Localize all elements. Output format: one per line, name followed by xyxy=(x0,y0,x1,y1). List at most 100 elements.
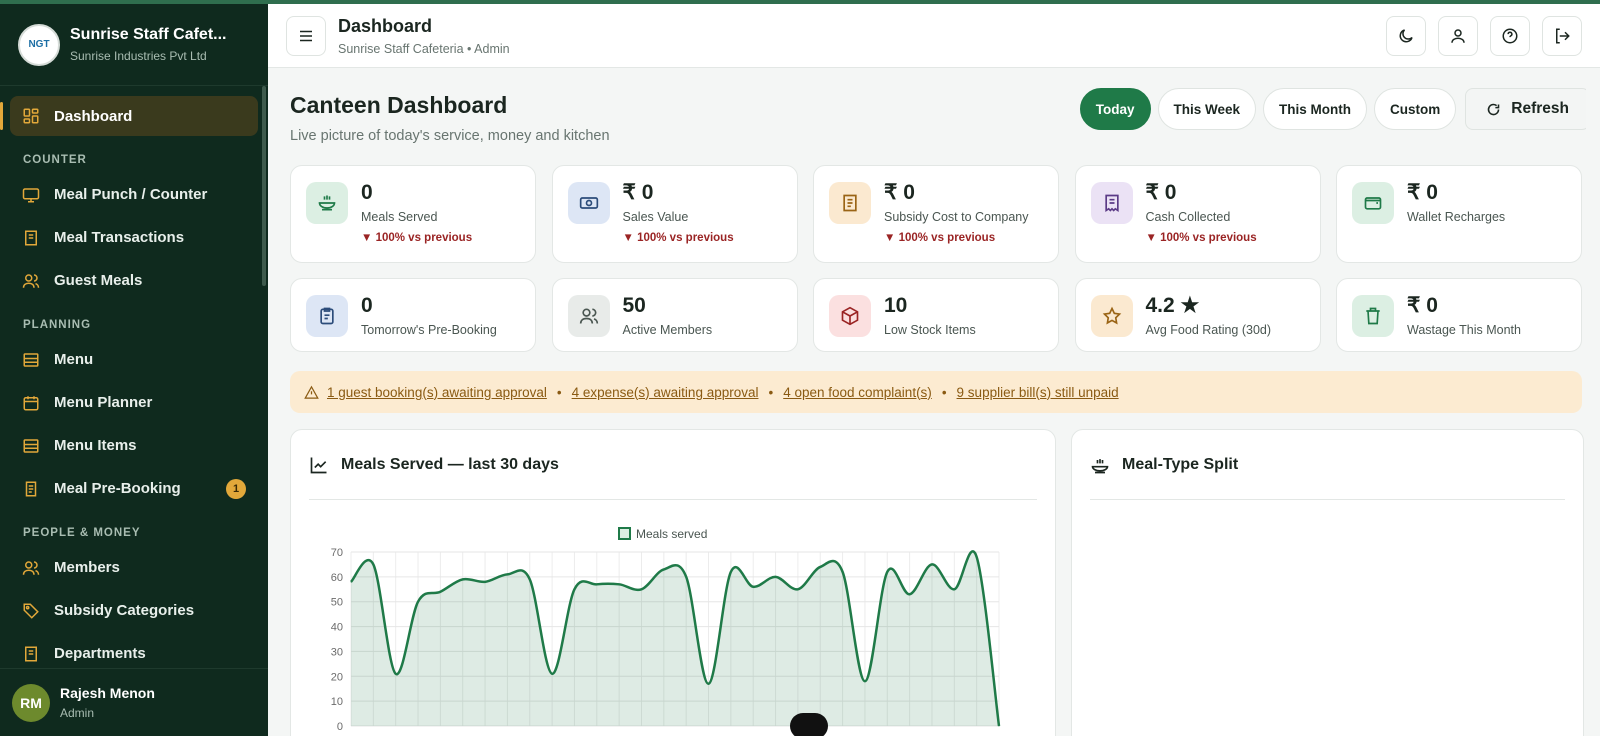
hamburger-menu-button[interactable] xyxy=(286,15,326,56)
meal-type-split-panel: Meal-Type Split xyxy=(1071,429,1584,736)
app-logo: NGT xyxy=(18,23,60,66)
stat-label: Tomorrow's Pre-Booking xyxy=(361,323,497,337)
data-point xyxy=(998,725,1000,727)
main-content: Canteen Dashboard Live picture of today'… xyxy=(290,68,1586,736)
stat-label: Low Stock Items xyxy=(884,323,976,337)
calendar-icon xyxy=(22,394,40,412)
data-point xyxy=(551,673,553,675)
stat-card-low-stock[interactable]: 10 Low Stock Items xyxy=(813,278,1059,352)
stat-label: Avg Food Rating (30d) xyxy=(1145,323,1272,337)
y-tick-label: 30 xyxy=(331,646,343,658)
help-button[interactable] xyxy=(1490,15,1530,56)
sidebar-item-menu-planner[interactable]: Menu Planner xyxy=(10,382,258,423)
refresh-icon xyxy=(1488,103,1500,115)
alert-link-expenses[interactable]: 4 expense(s) awaiting approval xyxy=(572,385,759,400)
sidebar-item-label: Dashboard xyxy=(54,107,133,125)
user-icon xyxy=(1451,28,1465,43)
stat-label: Wallet Recharges xyxy=(1407,210,1506,224)
data-point xyxy=(640,588,642,590)
help-icon xyxy=(1502,28,1518,43)
data-point xyxy=(663,568,665,570)
menu-card-icon xyxy=(22,351,40,369)
logout-button[interactable] xyxy=(1542,15,1582,56)
sidebar-item-guest-meals[interactable]: Guest Meals xyxy=(10,260,258,301)
data-point xyxy=(730,571,732,573)
stat-value: ₹ 0 xyxy=(884,181,915,204)
receipt-icon xyxy=(1090,182,1133,224)
stat-card-cash-collected[interactable]: ₹ 0 Cash Collected ▼ 100% vs previous xyxy=(1074,165,1321,263)
stat-label: Meals Served xyxy=(361,210,438,224)
sidebar-item-label: Guest Meals xyxy=(54,272,143,289)
bowl-icon xyxy=(306,182,348,224)
y-tick-label: 70 xyxy=(331,547,343,559)
panel-title: Meal-Type Split xyxy=(1122,455,1239,473)
stat-card-wallet-recharges[interactable]: ₹ 0 Wallet Recharges xyxy=(1336,165,1582,263)
document-icon xyxy=(829,182,871,224)
refresh-label: Refresh xyxy=(1511,100,1569,117)
sidebar-item-subsidy-categories[interactable]: Subsidy Categories xyxy=(10,590,258,631)
data-point xyxy=(931,563,933,565)
y-tick-label: 50 xyxy=(331,597,343,609)
alert-link-supplier-bills[interactable]: 9 supplier bill(s) still unpaid xyxy=(957,385,1119,400)
stat-label: Cash Collected xyxy=(1145,210,1231,224)
sidebar-item-label: Subsidy Categories xyxy=(54,602,195,619)
sidebar-item-meal-prebooking[interactable]: Meal Pre-Booking 1 xyxy=(10,468,258,509)
sidebar-item-members[interactable]: Members xyxy=(10,547,258,588)
sidebar-item-label: Members xyxy=(54,559,120,576)
legend-label: Meals served xyxy=(636,527,707,541)
filter-this-week[interactable]: This Week xyxy=(1157,88,1257,130)
stat-trend: ▼ 100% vs previous xyxy=(1145,232,1257,244)
sidebar-item-meal-punch[interactable]: Meal Punch / Counter xyxy=(10,174,258,215)
data-point xyxy=(886,571,888,573)
filter-custom[interactable]: Custom xyxy=(1374,88,1457,130)
data-point xyxy=(819,566,821,568)
section-planning: PLANNING xyxy=(23,319,92,331)
list-icon xyxy=(22,437,40,455)
data-point xyxy=(976,556,978,558)
stat-label: Wastage This Month xyxy=(1407,323,1521,337)
chat-widget-button[interactable] xyxy=(790,713,828,736)
alert-link-guest-bookings[interactable]: 1 guest booking(s) awaiting approval xyxy=(327,385,547,400)
filter-today[interactable]: Today xyxy=(1079,88,1151,130)
data-point xyxy=(484,581,486,583)
moon-icon xyxy=(1399,28,1413,42)
stat-card-meals-served[interactable]: 0 Meals Served ▼ 100% vs previous xyxy=(290,165,536,263)
star-icon xyxy=(1090,295,1133,337)
sidebar-item-dashboard[interactable]: Dashboard xyxy=(0,96,258,136)
theme-toggle-button[interactable] xyxy=(1386,15,1426,56)
filter-this-month[interactable]: This Month xyxy=(1263,88,1368,130)
receipt-icon xyxy=(22,229,40,247)
data-point xyxy=(685,576,687,578)
data-point xyxy=(797,588,799,590)
sidebar-scrollbar[interactable] xyxy=(262,86,266,286)
users-icon xyxy=(22,272,40,290)
stat-label: Sales Value xyxy=(622,210,689,224)
data-point xyxy=(775,576,777,578)
profile-button[interactable] xyxy=(1438,15,1478,56)
refresh-button[interactable]: Refresh xyxy=(1465,88,1586,130)
logout-icon xyxy=(1556,28,1570,43)
stat-card-prebooking[interactable]: 0 Tomorrow's Pre-Booking xyxy=(290,278,536,352)
user-profile[interactable]: RM Rajesh Menon Admin xyxy=(0,668,268,736)
stat-card-active-members[interactable]: 50 Active Members xyxy=(551,278,798,352)
sidebar-item-menu[interactable]: Menu xyxy=(10,339,258,380)
page-title: Canteen Dashboard xyxy=(290,92,508,118)
tag-icon xyxy=(22,602,40,620)
stat-card-food-rating[interactable]: 4.2 ★ Avg Food Rating (30d) xyxy=(1074,278,1321,352)
y-tick-label: 20 xyxy=(331,671,343,683)
stat-card-wastage[interactable]: ₹ 0 Wastage This Month xyxy=(1336,278,1582,352)
data-point xyxy=(909,593,911,595)
company-name: Sunrise Industries Pvt Ltd xyxy=(70,49,207,63)
warning-icon xyxy=(304,385,319,399)
sidebar-item-meal-transactions[interactable]: Meal Transactions xyxy=(10,217,258,258)
stat-card-sales-value[interactable]: ₹ 0 Sales Value ▼ 100% vs previous xyxy=(551,165,798,263)
sidebar-item-menu-items[interactable]: Menu Items xyxy=(10,425,258,466)
brand: NGT Sunrise Staff Cafet... Sunrise Indus… xyxy=(0,4,268,86)
data-point xyxy=(350,581,352,583)
sidebar-nav: Dashboard COUNTER Meal Punch / Counter M… xyxy=(0,86,268,674)
alert-link-complaints[interactable]: 4 open food complaint(s) xyxy=(783,385,932,400)
box-icon xyxy=(829,295,871,337)
user-name: Rajesh Menon xyxy=(60,685,155,701)
section-counter: COUNTER xyxy=(23,154,87,166)
stat-card-subsidy-cost[interactable]: ₹ 0 Subsidy Cost to Company ▼ 100% vs prev… xyxy=(813,165,1059,263)
